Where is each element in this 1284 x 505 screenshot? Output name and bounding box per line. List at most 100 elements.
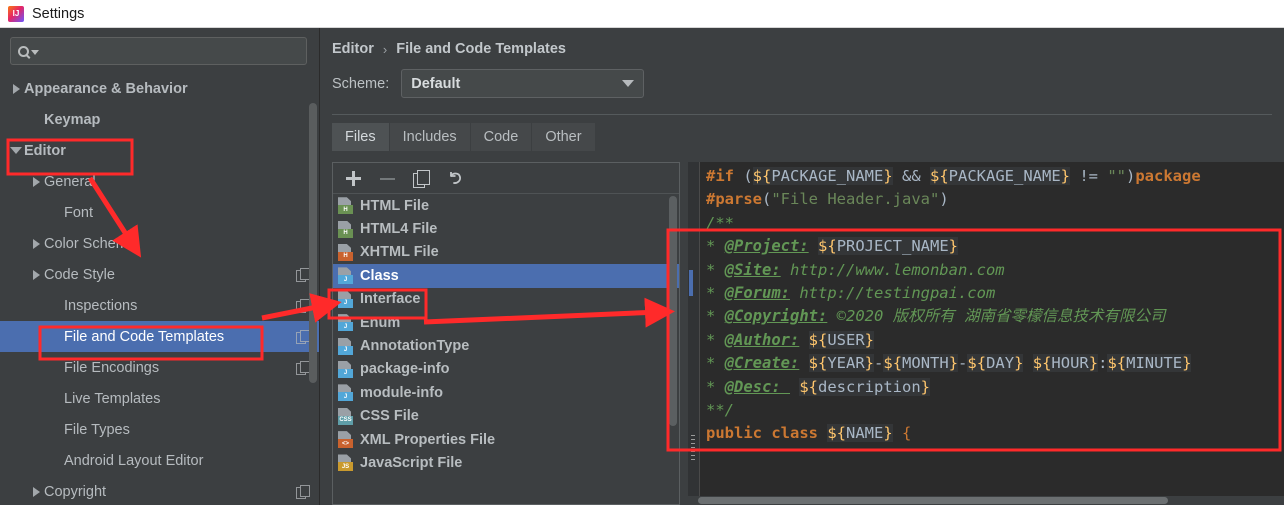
editor-gutter	[688, 162, 700, 505]
sidebar-item-android-layout-editor[interactable]: Android Layout Editor	[0, 445, 319, 476]
code-template-var: HOUR	[1051, 354, 1088, 372]
code-token: "File Header.java"	[771, 190, 939, 208]
tree-toggle[interactable]	[28, 177, 44, 187]
sidebar-item-file-encodings[interactable]: File Encodings	[0, 352, 319, 383]
code-token: ""	[1107, 167, 1126, 185]
sidebar-item-label: File Encodings	[64, 360, 159, 376]
template-list-item[interactable]: Jpackage-info	[333, 358, 679, 381]
templates-panels: HHTML FileHHTML4 FileHXHTML FileJClassJI…	[332, 162, 1284, 505]
code-template-var: PACKAGE_NAME	[771, 167, 883, 185]
file-type-icon: H	[338, 197, 353, 214]
file-type-icon: H	[338, 244, 353, 261]
code-line: * @Forum: http://testingpai.com	[706, 282, 1284, 305]
sidebar-item-code-style[interactable]: Code Style	[0, 259, 319, 290]
breadcrumb-current: File and Code Templates	[396, 41, 566, 57]
chevron-right-icon[interactable]	[33, 487, 40, 497]
template-code-editor[interactable]: #if (${PACKAGE_NAME} && ${PACKAGE_NAME} …	[688, 162, 1284, 505]
tree-toggle[interactable]	[28, 239, 44, 249]
template-list-item[interactable]: <>XML Properties File	[333, 428, 679, 451]
template-list-item[interactable]: JSJavaScript File	[333, 451, 679, 474]
template-list-item-label: XML Properties File	[360, 432, 495, 448]
code-token: @Project:	[725, 237, 809, 255]
editor-hscroll-thumb[interactable]	[698, 497, 1168, 504]
code-template-var: ${	[930, 167, 949, 185]
scheme-select[interactable]: Default	[401, 69, 644, 98]
search-input[interactable]	[10, 37, 307, 65]
sidebar-item-label: Inspections	[64, 298, 137, 314]
copy-icon[interactable]	[413, 170, 430, 187]
code-template-var: }	[949, 354, 958, 372]
template-list-item[interactable]: JInterface	[333, 288, 679, 311]
plus-icon[interactable]	[345, 170, 362, 187]
editor-horizontal-scrollbar[interactable]	[688, 496, 1284, 505]
tree-toggle[interactable]	[8, 147, 24, 154]
template-list-item[interactable]: HHTML4 File	[333, 217, 679, 240]
sidebar-item-copyright[interactable]: Copyright	[0, 476, 319, 505]
sidebar-item-file-types[interactable]: File Types	[0, 414, 319, 445]
file-type-icon: CSS	[338, 408, 353, 425]
sidebar-item-color-scheme[interactable]: Color Scheme	[0, 228, 319, 259]
code-template-var: }	[1061, 167, 1070, 185]
code-template-var: MONTH	[902, 354, 949, 372]
code-template-var: ${	[1107, 354, 1126, 372]
template-list-item[interactable]: Jmodule-info	[333, 381, 679, 404]
template-list-item[interactable]: CSSCSS File	[333, 405, 679, 428]
code-template-var: }	[865, 331, 874, 349]
template-file-list[interactable]: HHTML FileHHTML4 FileHXHTML FileJClassJI…	[333, 194, 679, 504]
template-list-item[interactable]: H XHTML File	[333, 241, 679, 264]
undo-icon[interactable]	[447, 170, 464, 187]
template-list-item-label: Class	[360, 268, 399, 284]
tree-toggle[interactable]	[28, 487, 44, 497]
tab-other[interactable]: Other	[532, 123, 595, 151]
code-line: * @Desc: ${description}	[706, 376, 1284, 399]
tab-files[interactable]: Files	[332, 123, 390, 151]
breadcrumb-separator-icon: ›	[383, 42, 387, 57]
code-token: *	[706, 331, 725, 349]
editor-code-text[interactable]: #if (${PACKAGE_NAME} && ${PACKAGE_NAME} …	[700, 162, 1284, 505]
sidebar-item-live-templates[interactable]: Live Templates	[0, 383, 319, 414]
template-list-item-label: XHTML File	[360, 244, 439, 260]
sidebar-item-appearance-behavior[interactable]: Appearance & Behavior	[0, 73, 319, 104]
code-template-var: ${	[827, 424, 846, 442]
tree-toggle[interactable]	[8, 84, 24, 94]
search-dropdown-icon[interactable]	[31, 50, 39, 55]
file-type-icon: JS	[338, 454, 353, 471]
sidebar-item-file-and-code-templates[interactable]: File and Code Templates	[0, 321, 319, 352]
tab-includes[interactable]: Includes	[390, 123, 471, 151]
template-list-item[interactable]: HHTML File	[333, 194, 679, 217]
sidebar-item-inspections[interactable]: Inspections	[0, 290, 319, 321]
template-list-item[interactable]: JAnnotationType	[333, 334, 679, 357]
tab-code[interactable]: Code	[471, 123, 533, 151]
sidebar-item-general[interactable]: General	[0, 166, 319, 197]
code-token: @Forum:	[725, 284, 790, 302]
chevron-right-icon[interactable]	[33, 177, 40, 187]
code-template-var: }	[865, 354, 874, 372]
template-list-item[interactable]: JEnum	[333, 311, 679, 334]
sidebar-item-keymap[interactable]: Keymap	[0, 104, 319, 135]
sidebar-item-font[interactable]: Font	[0, 197, 319, 228]
code-template-var: }	[883, 167, 892, 185]
breadcrumb-parent[interactable]: Editor	[332, 41, 374, 57]
chevron-down-icon[interactable]	[10, 147, 22, 154]
chevron-right-icon[interactable]	[33, 239, 40, 249]
settings-tree: Appearance & BehaviorKeymapEditorGeneral…	[0, 71, 319, 505]
minus-icon[interactable]	[379, 170, 396, 187]
sidebar-item-editor[interactable]: Editor	[0, 135, 319, 166]
code-template-var: DAY	[986, 354, 1014, 372]
copy-settings-icon	[296, 361, 309, 374]
template-list-item[interactable]: JClass	[333, 264, 679, 287]
code-template-var: ${	[818, 237, 837, 255]
code-token: **/	[706, 401, 734, 419]
copy-settings-icon	[296, 485, 309, 498]
chevron-right-icon[interactable]	[13, 84, 20, 94]
code-token	[809, 237, 818, 255]
sidebar-scrollbar[interactable]	[309, 103, 317, 383]
template-list-item-label: HTML4 File	[360, 221, 437, 237]
settings-content-pane: Editor › File and Code Templates Scheme:…	[320, 28, 1284, 505]
chevron-right-icon[interactable]	[33, 270, 40, 280]
tree-toggle[interactable]	[28, 270, 44, 280]
code-token: )	[1126, 167, 1135, 185]
template-list-scrollbar[interactable]	[669, 196, 677, 426]
sidebar-item-label: Code Style	[44, 267, 115, 283]
code-template-var: PACKAGE_NAME	[949, 167, 1061, 185]
